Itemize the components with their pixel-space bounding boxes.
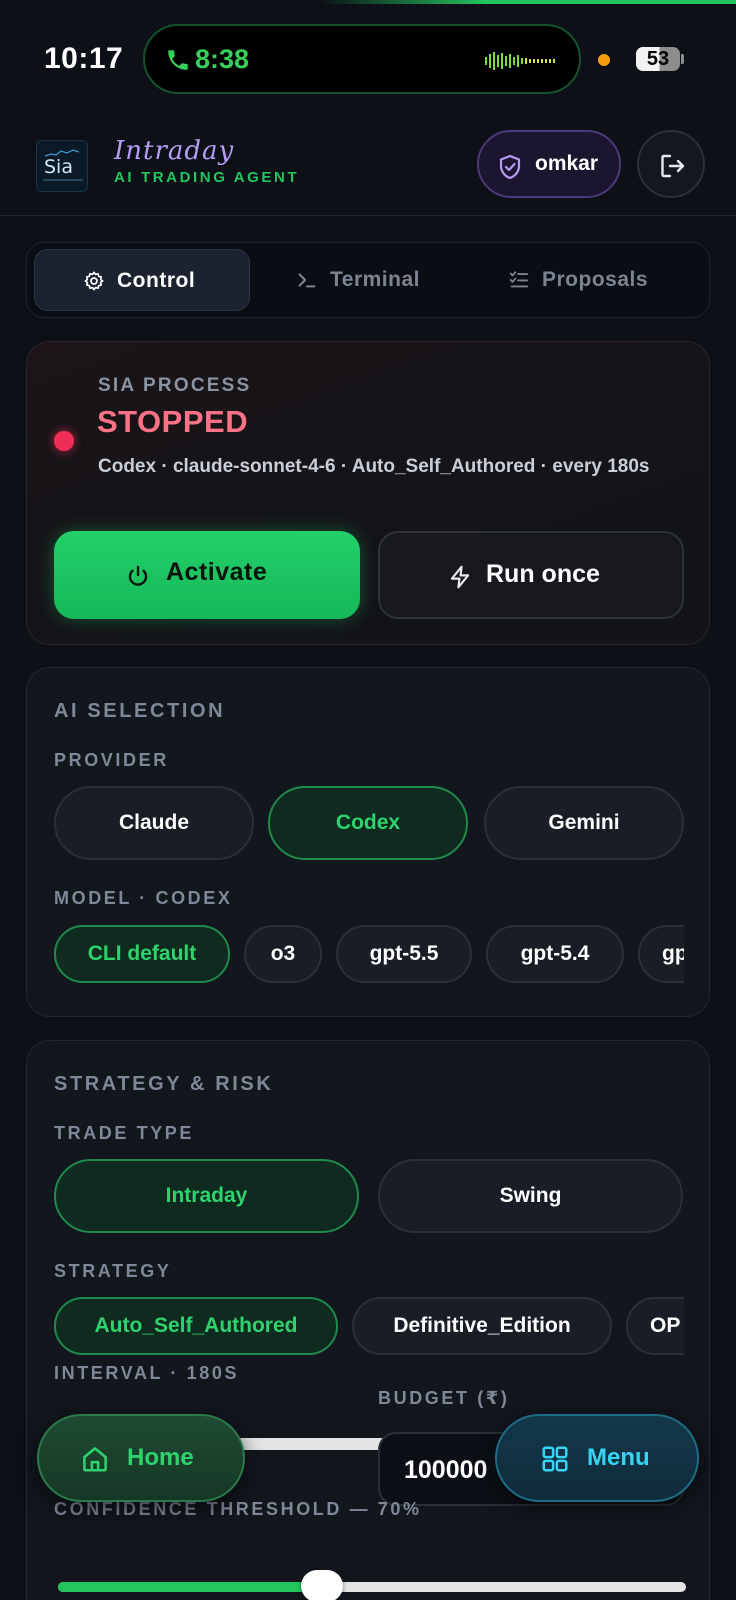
confidence-slider-track[interactable] — [58, 1582, 686, 1592]
activate-label: Activate — [166, 558, 268, 586]
ai-selection-card: AI SELECTION PROVIDER Claude Codex Gemin… — [26, 667, 710, 1017]
confidence-slider-thumb[interactable] — [300, 1570, 343, 1600]
status-indicator-dot — [54, 431, 74, 451]
user-profile-button[interactable]: omkar — [477, 130, 621, 198]
strategy-chip-definitive-edition[interactable]: Definitive_Edition — [352, 1297, 612, 1355]
home-label: Home — [127, 1444, 194, 1471]
model-chip-gpt-5-4[interactable]: gpt-5.4 — [486, 925, 624, 983]
tab-label: Control — [117, 269, 196, 292]
model-chip-row[interactable]: CLI default o3 gpt-5.5 gpt-5.4 gpt — [54, 925, 684, 987]
home-button[interactable]: Home — [37, 1414, 245, 1502]
trade-type-label: TRADE TYPE — [54, 1123, 195, 1143]
tab-terminal[interactable]: Terminal — [262, 249, 478, 311]
process-label: SIA PROCESS — [98, 375, 252, 396]
model-chip-o3[interactable]: o3 — [244, 925, 322, 983]
menu-button[interactable]: Menu — [495, 1414, 699, 1502]
provider-gemini-button[interactable]: Gemini — [484, 786, 684, 860]
logo-text: Sia — [44, 156, 73, 178]
provider-label: PROVIDER — [54, 750, 169, 770]
strategy-risk-card: STRATEGY & RISK TRADE TYPE Intraday Swin… — [26, 1040, 710, 1600]
process-status: STOPPED — [97, 404, 249, 439]
tab-label: Proposals — [542, 268, 649, 291]
model-label: MODEL · CODEX — [54, 888, 233, 908]
shield-icon — [499, 154, 521, 180]
logout-button[interactable] — [637, 130, 705, 198]
provider-codex-button[interactable]: Codex — [268, 786, 468, 860]
logo-underline — [43, 179, 83, 181]
section-title: AI SELECTION — [54, 700, 226, 722]
section-title: STRATEGY & RISK — [54, 1073, 274, 1095]
strategy-label: STRATEGY — [54, 1261, 172, 1281]
interval-label: INTERVAL · 180S — [54, 1363, 240, 1383]
brand-title: Intraday — [114, 136, 235, 166]
dynamic-island[interactable]: 8:38 — [143, 24, 581, 94]
brand-subtitle: AI TRADING AGENT — [114, 169, 300, 186]
status-time: 10:17 — [44, 42, 124, 75]
battery-icon: 53 — [636, 47, 680, 71]
tab-control[interactable]: Control — [34, 249, 250, 311]
lightning-icon — [450, 565, 470, 589]
menu-label: Menu — [587, 1444, 650, 1471]
status-bar: 10:17 8:38 53 — [0, 0, 736, 118]
strategy-chip-op[interactable]: OP — [626, 1297, 684, 1355]
strategy-chip-auto-self-authored[interactable]: Auto_Self_Authored — [54, 1297, 338, 1355]
home-icon — [83, 1447, 107, 1472]
run-once-label: Run once — [486, 560, 600, 588]
tab-bar: Control Terminal Proposals — [26, 242, 710, 318]
grid-icon — [542, 1446, 568, 1472]
run-once-button[interactable]: Run once — [378, 531, 684, 619]
activate-button[interactable]: Activate — [54, 531, 360, 619]
provider-claude-button[interactable]: Claude — [54, 786, 254, 860]
interval-slider[interactable] — [227, 1438, 389, 1450]
gear-icon — [84, 271, 104, 291]
budget-label: BUDGET (₹) — [378, 1388, 510, 1408]
process-details: Codex · claude-sonnet-4-6 · Auto_Self_Au… — [98, 456, 650, 477]
call-timer: 8:38 — [195, 44, 250, 74]
strategy-chip-row[interactable]: Auto_Self_Authored Definitive_Edition OP — [54, 1297, 684, 1359]
audio-wave-icon — [485, 52, 555, 70]
tab-proposals[interactable]: Proposals — [490, 249, 704, 311]
app-header: Sia Intraday AI TRADING AGENT omkar — [0, 118, 736, 216]
confidence-slider-fill — [58, 1582, 322, 1592]
tab-label: Terminal — [330, 268, 420, 291]
confidence-label: CONFIDENCE THRESHOLD — 70% — [54, 1499, 422, 1519]
model-chip-gpt-more[interactable]: gpt — [638, 925, 684, 983]
checklist-icon — [509, 271, 529, 288]
terminal-icon — [298, 273, 316, 288]
model-chip-gpt-5-5[interactable]: gpt-5.5 — [336, 925, 472, 983]
sia-process-card: SIA PROCESS STOPPED Codex · claude-sonne… — [26, 341, 710, 645]
app-logo: Sia — [36, 140, 88, 192]
power-icon — [128, 565, 148, 586]
model-chip-cli-default[interactable]: CLI default — [54, 925, 230, 983]
privacy-indicator-dot — [598, 54, 610, 66]
trade-type-intraday-button[interactable]: Intraday — [54, 1159, 359, 1233]
user-name: omkar — [535, 152, 599, 175]
logout-icon — [661, 154, 685, 178]
trade-type-swing-button[interactable]: Swing — [378, 1159, 683, 1233]
battery-tip — [681, 54, 684, 64]
phone-icon — [168, 50, 188, 70]
budget-value: 100000 — [404, 1456, 488, 1484]
